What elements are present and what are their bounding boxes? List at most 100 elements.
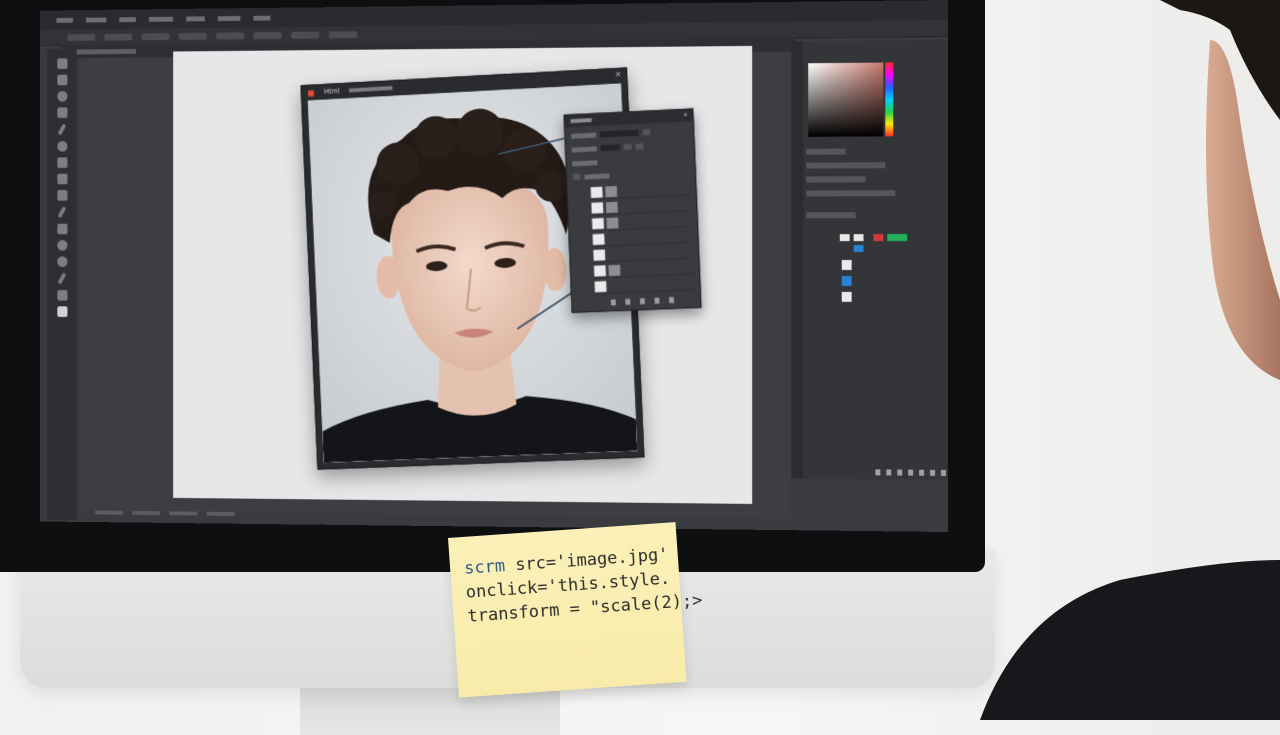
crop-tool-icon[interactable]: [56, 107, 68, 118]
swatch-green[interactable]: [887, 234, 898, 242]
menu-item[interactable]: [186, 15, 205, 21]
fx-icon[interactable]: [886, 469, 892, 476]
person-silhouette: [980, 0, 1280, 720]
control-label: [584, 172, 610, 180]
fx-icon[interactable]: [625, 298, 631, 305]
control-button[interactable]: [635, 143, 644, 150]
control-label: [571, 145, 597, 153]
control-button[interactable]: [623, 143, 632, 151]
photo-window-title: Html: [323, 87, 340, 96]
mask-icon[interactable]: [897, 469, 903, 476]
control-label: [571, 132, 597, 139]
menu-item[interactable]: [56, 17, 74, 23]
hand-tool-icon[interactable]: [56, 240, 68, 251]
panel-row: [806, 212, 856, 219]
swatch-white[interactable]: [839, 234, 850, 242]
pen-tool-icon[interactable]: [57, 206, 67, 219]
new-layer-icon[interactable]: [930, 469, 936, 476]
swatch-white[interactable]: [853, 234, 864, 242]
option-control[interactable]: [253, 31, 282, 39]
mask-icon[interactable]: [639, 298, 645, 305]
adjustment-icon[interactable]: [908, 469, 914, 476]
status-item: [95, 510, 123, 515]
brush-tool-icon[interactable]: [56, 141, 68, 152]
mask-thumbnail: [608, 264, 621, 276]
search-icon[interactable]: [572, 173, 581, 181]
move-tool-icon[interactable]: [56, 58, 68, 69]
menu-item[interactable]: [217, 15, 241, 21]
option-control[interactable]: [178, 32, 207, 40]
right-panel-dock: [791, 39, 949, 481]
control-button[interactable]: [642, 129, 651, 136]
trash-icon[interactable]: [669, 297, 675, 304]
tools-panel: [47, 48, 77, 520]
mask-thumbnail: [605, 185, 618, 197]
menu-item[interactable]: [85, 17, 107, 23]
gradient-tool-icon[interactable]: [56, 190, 68, 201]
layers-floating-panel[interactable]: ×: [563, 108, 702, 314]
panel-control-row[interactable]: [572, 167, 690, 182]
swatch-green[interactable]: [897, 234, 908, 242]
panel-control-row[interactable]: [572, 153, 689, 168]
shape-tool-icon[interactable]: [56, 290, 68, 301]
layer-row[interactable]: [594, 275, 695, 295]
layer-thumbnail: [593, 264, 606, 277]
panel-tab[interactable]: [806, 148, 846, 155]
link-icon[interactable]: [875, 469, 881, 476]
menu-item[interactable]: [148, 16, 174, 22]
control-label: [572, 159, 598, 166]
swatch-red[interactable]: [873, 234, 884, 242]
panel-footer: [610, 297, 675, 306]
document-tab[interactable]: [71, 48, 136, 54]
option-control[interactable]: [328, 30, 358, 38]
path-tool-icon[interactable]: [57, 272, 67, 285]
control-field[interactable]: [600, 129, 639, 138]
option-control[interactable]: [67, 33, 96, 41]
option-control[interactable]: [291, 31, 320, 39]
new-layer-icon[interactable]: [654, 297, 660, 304]
swatch-blue[interactable]: [853, 245, 864, 253]
eyedropper-tool-icon[interactable]: [57, 123, 67, 136]
close-icon[interactable]: ×: [683, 109, 688, 121]
panel-row: [806, 176, 866, 183]
mask-thumbnail: [606, 216, 619, 229]
status-item: [206, 511, 235, 516]
monitor-screen: ■ Html × ×: [39, 0, 949, 532]
dock-footer: [875, 469, 947, 476]
option-control[interactable]: [141, 32, 170, 40]
layer-thumbnail: [591, 201, 604, 214]
zoom-tool-icon[interactable]: [56, 256, 68, 267]
stamp-tool-icon[interactable]: [56, 157, 68, 168]
color-picker-field[interactable]: [808, 62, 884, 137]
sticky-keyword: scrm: [463, 556, 506, 579]
office-scene: ■ Html × × scrm src='image.jpg' onclick=…: [0, 0, 1280, 735]
eraser-tool-icon[interactable]: [56, 173, 68, 185]
trash-icon[interactable]: [941, 469, 947, 476]
layer-thumbnail: [593, 249, 606, 261]
panel-collapse-strip[interactable]: [791, 41, 804, 479]
mask-thumbnail: [605, 201, 618, 213]
close-icon[interactable]: ×: [615, 70, 622, 79]
hue-slider[interactable]: [885, 62, 894, 137]
layer-thumbnail: [594, 280, 607, 292]
option-control[interactable]: [216, 31, 245, 40]
menu-item[interactable]: [253, 15, 271, 21]
marquee-tool-icon[interactable]: [56, 74, 68, 86]
lasso-tool-icon[interactable]: [56, 91, 68, 102]
layer-thumbnail[interactable]: [841, 275, 852, 286]
panel-control-row[interactable]: [571, 139, 689, 154]
layer-thumbnail[interactable]: [841, 260, 852, 270]
foreground-color-swatch[interactable]: [56, 306, 68, 317]
layer-thumbnail: [590, 186, 603, 198]
control-field[interactable]: [600, 144, 621, 152]
layer-thumbnail[interactable]: [841, 291, 852, 302]
panel-control-row[interactable]: [571, 125, 688, 140]
panel-row: [806, 162, 886, 169]
layer-thumbnail: [591, 217, 604, 229]
folder-icon[interactable]: [919, 469, 925, 476]
link-icon[interactable]: [610, 299, 616, 306]
option-control[interactable]: [104, 33, 133, 41]
status-item: [169, 511, 198, 516]
text-tool-icon[interactable]: [56, 223, 68, 235]
menu-item[interactable]: [119, 16, 136, 22]
